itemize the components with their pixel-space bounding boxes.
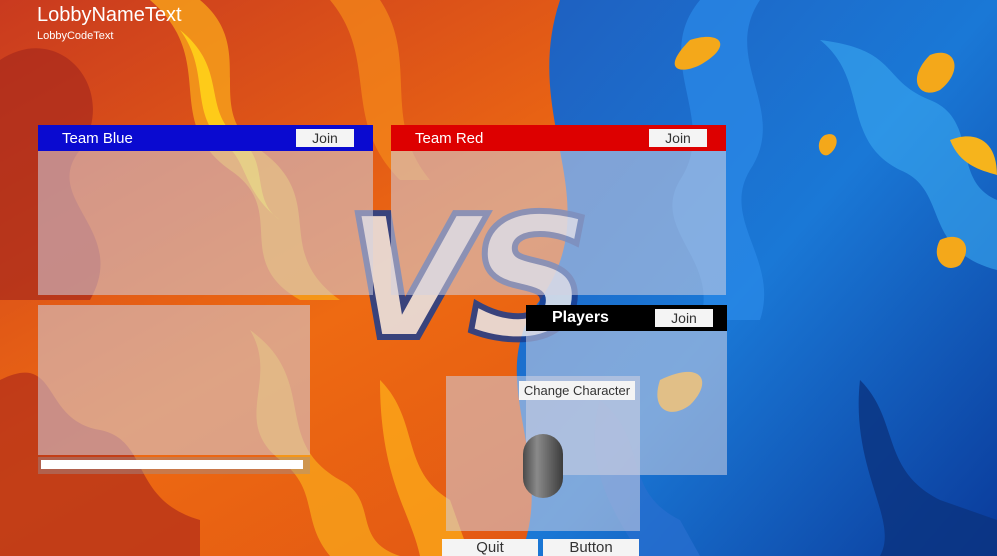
chat-input-frame <box>38 457 310 474</box>
team-blue-title: Team Blue <box>62 129 133 147</box>
players-title: Players <box>552 309 609 326</box>
capsule-character-icon <box>523 434 563 498</box>
team-red-player-list <box>391 151 726 295</box>
quit-button[interactable]: Quit <box>442 539 538 556</box>
team-red-header: Team Red Join <box>391 125 726 151</box>
join-team-red-button[interactable]: Join <box>649 129 707 147</box>
generic-button[interactable]: Button <box>543 539 639 556</box>
players-header: Players Join <box>526 305 727 331</box>
lobby-name-text: LobbyNameText <box>37 4 182 26</box>
team-blue-header: Team Blue Join <box>38 125 373 151</box>
team-blue-player-list <box>38 151 373 295</box>
chat-panel <box>38 305 310 455</box>
join-players-button[interactable]: Join <box>655 309 713 327</box>
join-team-blue-button[interactable]: Join <box>296 129 354 147</box>
lobby-code-text: LobbyCodeText <box>37 30 114 42</box>
change-character-button[interactable]: Change Character <box>519 381 635 400</box>
chat-input[interactable] <box>41 460 303 469</box>
team-red-title: Team Red <box>415 129 484 147</box>
